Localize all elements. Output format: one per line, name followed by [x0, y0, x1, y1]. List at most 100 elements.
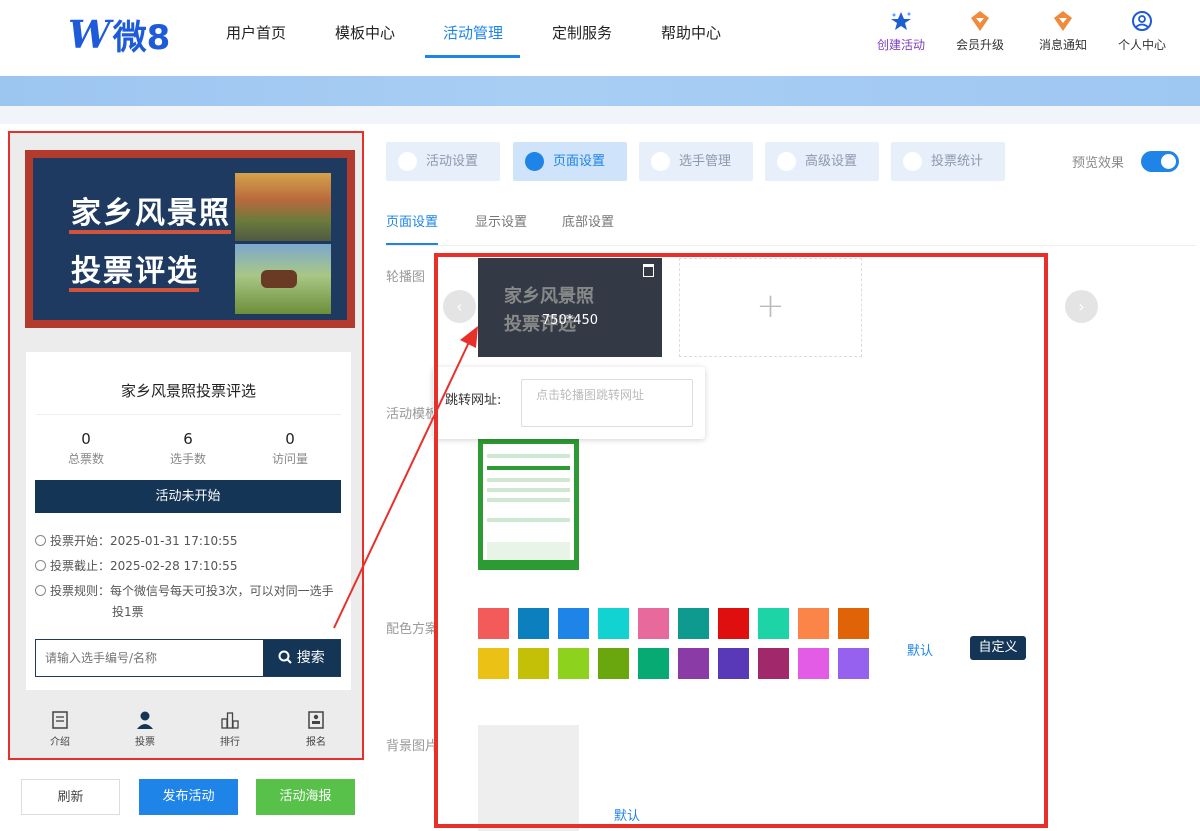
color-default-button[interactable]: 默认: [907, 640, 933, 659]
nav-active-indicator: [425, 55, 520, 58]
refresh-button[interactable]: 刷新: [21, 779, 120, 815]
link-url-input[interactable]: 点击轮播图跳转网址: [521, 379, 693, 427]
create-activity-button[interactable]: 创建活动: [866, 10, 936, 53]
tab-label: 报名: [306, 737, 326, 748]
nav-help[interactable]: 帮助中心: [661, 22, 721, 43]
subtab-page-settings[interactable]: 页面设置: [386, 211, 438, 230]
tab-label: 投票统计: [931, 154, 984, 169]
star-icon: [891, 12, 911, 30]
logo-mark: W: [68, 11, 111, 57]
logo-text: 微8: [112, 17, 171, 58]
color-custom-button[interactable]: 自定义: [970, 636, 1026, 660]
search-button-label: 搜索: [296, 650, 325, 666]
member-upgrade-label: 会员升级: [955, 38, 1004, 52]
color-swatch[interactable]: [638, 608, 669, 639]
search-button[interactable]: 搜索: [263, 640, 340, 676]
tab-vote-statistics[interactable]: 投票统计: [891, 142, 1005, 181]
tab-ranking[interactable]: 排行: [200, 703, 260, 748]
carousel-prev-button[interactable]: ‹: [443, 290, 476, 323]
notifications-label: 消息通知: [1038, 38, 1087, 52]
chevron-left-icon: ‹: [456, 297, 463, 316]
document-icon: [52, 711, 68, 729]
carousel-label: 轮播图: [386, 270, 426, 285]
tab-advanced-settings[interactable]: 高级设置: [765, 142, 879, 181]
color-swatch[interactable]: [518, 648, 549, 679]
color-swatch[interactable]: [558, 608, 589, 639]
carousel-next-button[interactable]: ›: [1065, 290, 1098, 323]
tab-contestant-management[interactable]: 选手管理: [639, 142, 753, 181]
contestant-search-input[interactable]: [36, 640, 263, 676]
carousel-image-thumb[interactable]: 家乡风景照 投票评选 750*450: [478, 258, 662, 357]
logo[interactable]: W 微8: [68, 11, 171, 58]
clock-icon: [35, 560, 46, 571]
color-swatch[interactable]: [478, 608, 509, 639]
color-swatch[interactable]: [718, 608, 749, 639]
stat-total-votes: 0 总票数: [36, 430, 136, 467]
vote-end-time: 投票截止：2025-02-28 17:10:55: [35, 557, 237, 574]
info-icon: [35, 585, 46, 596]
subtab-footer-settings[interactable]: 底部设置: [562, 211, 614, 230]
stat-label: 总票数: [67, 452, 104, 466]
preview-toggle[interactable]: [1141, 151, 1179, 172]
tab-intro[interactable]: 介绍: [30, 703, 90, 748]
publish-activity-button[interactable]: 发布活动: [139, 779, 238, 815]
template-preview-row: [487, 542, 570, 560]
delete-icon[interactable]: [643, 264, 654, 277]
member-upgrade-button[interactable]: 会员升级: [945, 10, 1015, 53]
profile-button[interactable]: 个人中心: [1107, 10, 1177, 53]
vote-rule-text: 投票规则：每个微信号每天可投3次，可以对同一选手: [50, 584, 334, 598]
nav-home[interactable]: 用户首页: [226, 22, 286, 43]
color-swatch[interactable]: [718, 648, 749, 679]
tab-label: 活动设置: [426, 154, 479, 169]
phone-tabbar: 介绍 投票 排行 报名: [14, 703, 359, 755]
top-navbar: W 微8 用户首页 模板中心 活动管理 定制服务 帮助中心 创建活动 会员升级 …: [0, 0, 1200, 75]
stat-contestants: 6 选手数: [138, 430, 238, 467]
heart-icon: [398, 152, 417, 171]
color-swatch[interactable]: [478, 648, 509, 679]
background-image-label: 背景图片: [386, 739, 439, 754]
template-label: 活动模板: [386, 407, 439, 422]
color-swatch[interactable]: [758, 608, 789, 639]
tab-vote[interactable]: 投票: [115, 703, 175, 748]
activity-info-card: 家乡风景照投票评选 0 总票数 6 选手数 0 访问量 活动未开始 投票开始：2…: [26, 352, 351, 690]
color-scheme-label: 配色方案: [386, 622, 439, 637]
color-swatch[interactable]: [678, 648, 709, 679]
subtab-display-settings[interactable]: 显示设置: [475, 211, 527, 230]
person-icon: [137, 711, 153, 729]
activity-poster: 家乡风景照 投票评选: [25, 150, 355, 328]
color-swatch[interactable]: [678, 608, 709, 639]
color-swatch[interactable]: [798, 648, 829, 679]
template-preview-row: [487, 454, 570, 458]
poster-road-photo: [235, 173, 331, 241]
color-swatch[interactable]: [598, 608, 629, 639]
profile-label: 个人中心: [1117, 38, 1166, 52]
activity-poster-button[interactable]: 活动海报: [256, 779, 355, 815]
tab-label: 排行: [220, 737, 240, 748]
nav-activity-management[interactable]: 活动管理: [443, 22, 503, 43]
tab-signup[interactable]: 报名: [286, 703, 346, 748]
color-swatch[interactable]: [838, 608, 869, 639]
background-default-button[interactable]: 默认: [614, 805, 640, 824]
vote-start-time: 投票开始：2025-01-31 17:10:55: [35, 532, 237, 549]
tab-page-settings[interactable]: 页面设置: [513, 142, 627, 181]
color-swatch[interactable]: [638, 648, 669, 679]
add-carousel-image-button[interactable]: +: [679, 258, 862, 357]
notifications-button[interactable]: 消息通知: [1028, 10, 1098, 53]
card-divider: [36, 414, 341, 415]
background-image-thumb[interactable]: [478, 725, 579, 831]
search-icon: [278, 650, 292, 664]
tab-activity-settings[interactable]: 活动设置: [386, 142, 500, 181]
color-swatch[interactable]: [598, 648, 629, 679]
color-swatch[interactable]: [558, 648, 589, 679]
user-icon: [651, 152, 670, 171]
nav-templates[interactable]: 模板中心: [335, 22, 395, 43]
color-swatch[interactable]: [758, 648, 789, 679]
template-preview: [483, 444, 574, 560]
nav-custom-service[interactable]: 定制服务: [552, 22, 612, 43]
template-thumbnail[interactable]: [478, 438, 579, 570]
preview-toggle-label: 预览效果: [1072, 156, 1125, 171]
color-swatch[interactable]: [518, 608, 549, 639]
color-swatch[interactable]: [798, 608, 829, 639]
color-swatch[interactable]: [838, 648, 869, 679]
chart-icon: [903, 152, 922, 171]
